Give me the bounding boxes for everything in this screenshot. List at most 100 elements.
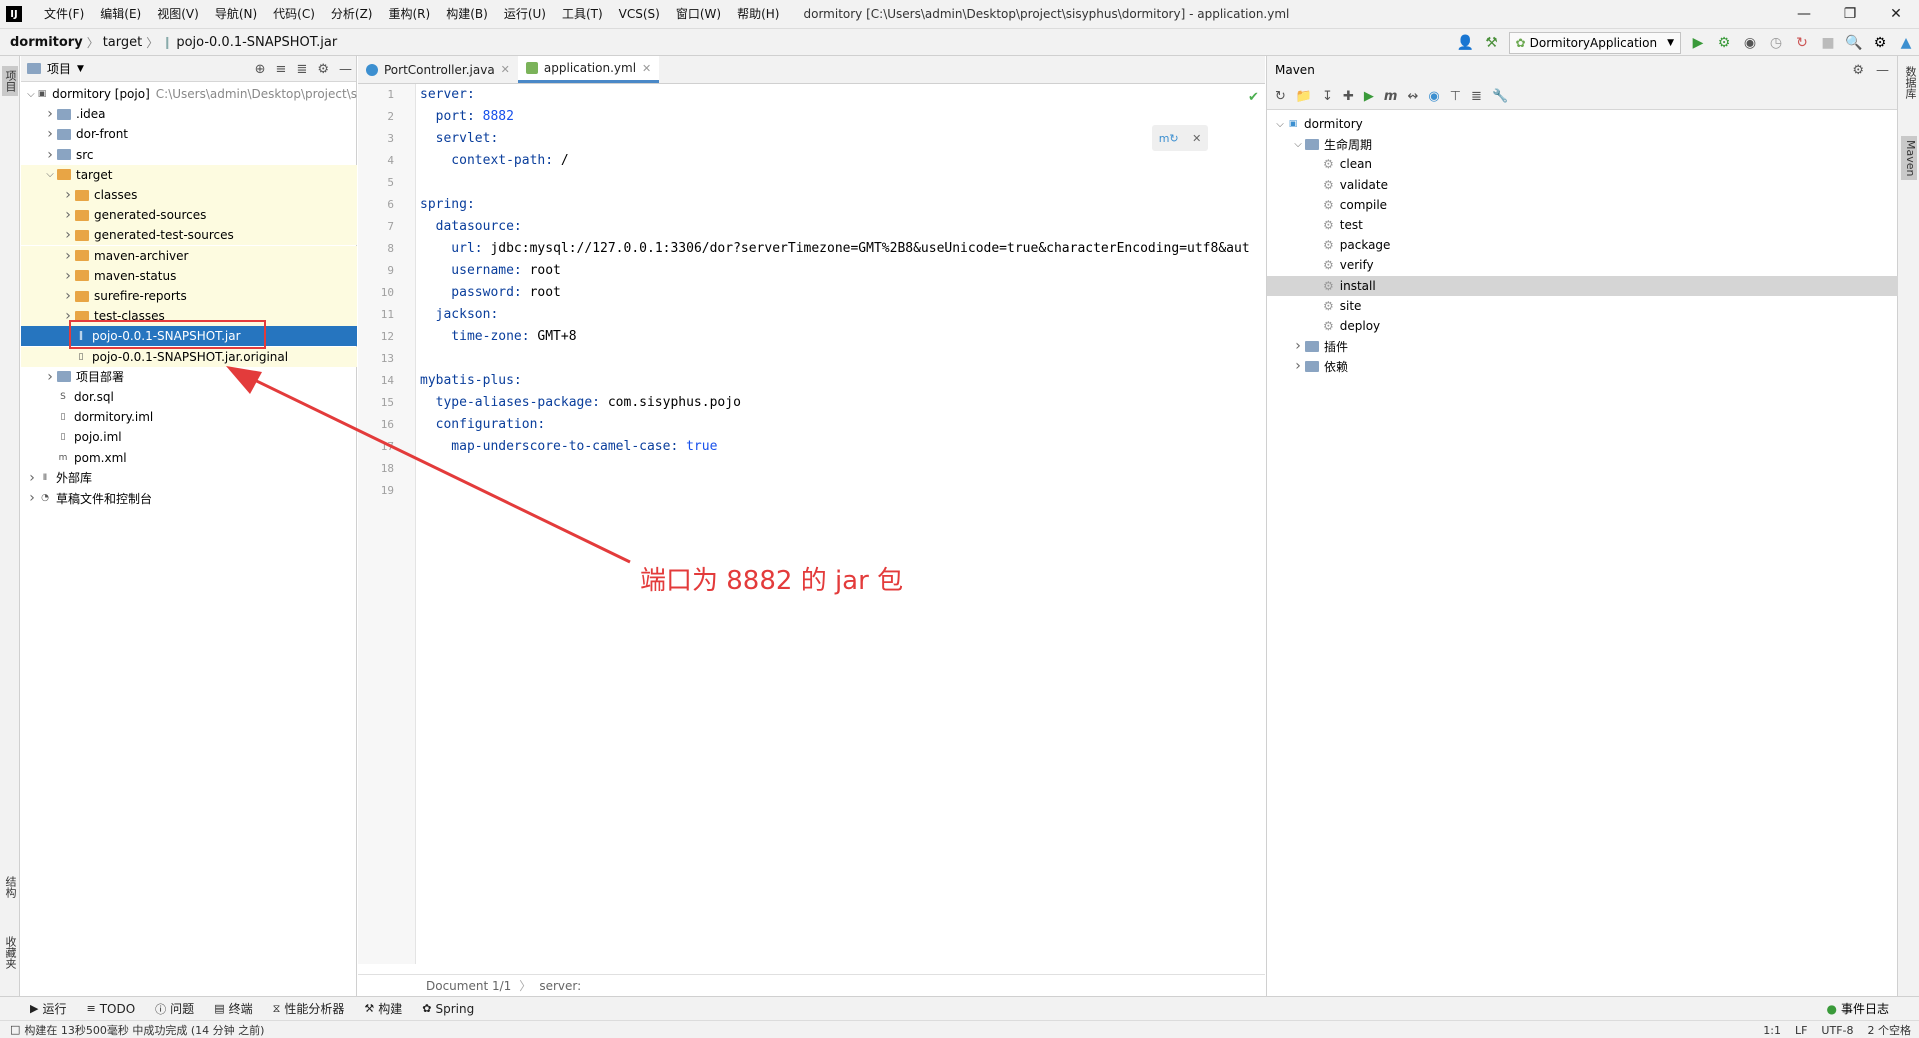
menu-item[interactable]: 分析(Z) bbox=[323, 0, 381, 28]
maven-tree-item[interactable]: ⚙ deploy bbox=[1267, 316, 1898, 336]
code-line[interactable]: context-path: / bbox=[420, 150, 568, 172]
project-tool-tab[interactable]: 项目 bbox=[2, 66, 18, 96]
maven-tree-item[interactable]: › 插件 bbox=[1267, 336, 1898, 356]
collapse-all-icon[interactable]: ≣ bbox=[296, 62, 307, 77]
hide-icon[interactable]: — bbox=[1876, 63, 1889, 78]
menu-item[interactable]: 构建(B) bbox=[438, 0, 496, 28]
project-panel-title[interactable]: 项目 bbox=[47, 60, 71, 77]
code-line[interactable]: username: root bbox=[420, 260, 561, 282]
tool-window-button[interactable]: ⓘ 问题 bbox=[145, 1000, 204, 1017]
chevron-right-icon[interactable]: › bbox=[61, 227, 75, 243]
close-tab-icon[interactable]: ✕ bbox=[501, 63, 510, 76]
editor-tab[interactable]: application.yml ✕ bbox=[517, 56, 660, 83]
locate-icon[interactable]: ⊕ bbox=[255, 62, 266, 77]
chevron-right-icon[interactable]: › bbox=[1291, 358, 1305, 374]
code-line[interactable]: time-zone: GMT+8 bbox=[420, 326, 576, 348]
search-icon[interactable]: 🔍 bbox=[1843, 32, 1865, 54]
line-separator[interactable]: LF bbox=[1795, 1024, 1807, 1037]
profile-icon[interactable]: ◷ bbox=[1765, 32, 1787, 54]
menu-item[interactable]: 重构(R) bbox=[381, 0, 439, 28]
close-icon[interactable]: ✕ bbox=[1192, 132, 1201, 145]
breadcrumb-server[interactable]: server: bbox=[539, 979, 581, 993]
gear-icon[interactable]: ⚙ bbox=[1869, 32, 1891, 54]
menu-item[interactable]: 编辑(E) bbox=[92, 0, 149, 28]
chevron-down-icon[interactable]: ⌵ bbox=[43, 169, 57, 180]
tree-item[interactable]: › maven-archiver bbox=[21, 245, 357, 266]
tree-item[interactable]: ⌵ ▣ dormitory [pojo] C:\Users\admin\Desktop… bbox=[21, 84, 357, 104]
wrench-icon[interactable]: 🔧 bbox=[1492, 89, 1508, 104]
chevron-right-icon[interactable]: › bbox=[1291, 338, 1305, 354]
maven-reload-icon[interactable]: m↻ bbox=[1159, 132, 1179, 145]
tool-window-button[interactable]: ✿ Spring bbox=[412, 1000, 484, 1017]
tree-item[interactable]: m pom.xml bbox=[21, 448, 357, 468]
chevron-right-icon[interactable]: › bbox=[43, 126, 57, 142]
chevron-right-icon[interactable]: › bbox=[61, 268, 75, 284]
code-line[interactable]: server: bbox=[420, 84, 475, 106]
code-line[interactable]: port: 8882 bbox=[420, 106, 514, 128]
tool-window-button[interactable]: ≡ TODO bbox=[76, 1000, 145, 1017]
chevron-right-icon[interactable]: › bbox=[43, 369, 57, 385]
tree-item[interactable]: ⌵ target bbox=[21, 164, 357, 185]
menu-item[interactable]: VCS(S) bbox=[611, 0, 668, 28]
close-window-button[interactable]: ✕ bbox=[1873, 0, 1919, 28]
maven-tree-item[interactable]: ⌵ 生命周期 bbox=[1267, 134, 1898, 154]
tree-item[interactable]: ▯ pojo-0.0.1-SNAPSHOT.jar.original bbox=[21, 346, 357, 367]
maven-tree-item[interactable]: ⚙ compile bbox=[1267, 195, 1898, 215]
tool-window-button[interactable]: ▶ 运行 bbox=[20, 1000, 76, 1017]
chevron-down-icon[interactable]: ▼ bbox=[77, 64, 84, 74]
maven-tree-item[interactable]: › 依赖 bbox=[1267, 356, 1898, 376]
maven-tree-item[interactable]: ⚙ package bbox=[1267, 235, 1898, 255]
run-icon[interactable]: ▶ bbox=[1687, 32, 1709, 54]
tree-item[interactable]: › generated-sources bbox=[21, 205, 357, 226]
tree-item[interactable]: › src bbox=[21, 145, 357, 165]
skip-tests-icon[interactable]: ◉ bbox=[1428, 89, 1439, 104]
chevron-right-icon[interactable]: › bbox=[43, 147, 57, 163]
tree-item[interactable]: › dor-front bbox=[21, 124, 357, 144]
generate-sources-icon[interactable]: 📁 bbox=[1296, 89, 1312, 104]
chevron-right-icon[interactable]: › bbox=[61, 288, 75, 304]
menu-item[interactable]: 帮助(H) bbox=[729, 0, 787, 28]
tool-window-button[interactable]: ⚒ 构建 bbox=[354, 1000, 412, 1017]
code-line[interactable]: datasource: bbox=[420, 216, 522, 238]
tree-item[interactable]: ▯ dormitory.iml bbox=[21, 407, 357, 427]
tree-item[interactable]: › .idea bbox=[21, 104, 357, 124]
tree-item[interactable]: › Ⅱ 外部库 bbox=[21, 468, 357, 488]
code-line[interactable]: password: root bbox=[420, 282, 561, 304]
breadcrumb-target[interactable]: target bbox=[99, 35, 147, 50]
coverage-icon[interactable]: ◉ bbox=[1739, 32, 1761, 54]
breadcrumb-project[interactable]: dormitory bbox=[6, 35, 87, 50]
expand-all-icon[interactable]: ≡ bbox=[276, 62, 287, 77]
maven-tree-item[interactable]: ⚙ install bbox=[1267, 275, 1898, 296]
menu-item[interactable]: 视图(V) bbox=[149, 0, 207, 28]
tree-item[interactable]: ▯ pojo.iml bbox=[21, 427, 357, 447]
tree-item[interactable]: Sdor.sql bbox=[21, 387, 357, 407]
chevron-right-icon[interactable]: › bbox=[25, 470, 39, 486]
show-dependencies-icon[interactable]: ⊤ bbox=[1450, 89, 1461, 104]
add-icon[interactable]: ✚ bbox=[1343, 89, 1354, 104]
menu-item[interactable]: 窗口(W) bbox=[668, 0, 729, 28]
tree-item[interactable]: › surefire-reports bbox=[21, 286, 357, 306]
run-config-dropdown[interactable]: ✿ DormitoryApplication ▼ bbox=[1508, 32, 1681, 54]
restore-button[interactable]: ❐ bbox=[1827, 0, 1873, 28]
tree-item[interactable]: › maven-status bbox=[21, 265, 357, 286]
toggle-offline-icon[interactable]: ↭ bbox=[1407, 89, 1418, 104]
breadcrumb-document[interactable]: Document 1/1 bbox=[426, 979, 511, 993]
close-tab-icon[interactable]: ✕ bbox=[642, 62, 651, 75]
build-hammer-icon[interactable]: ⚒ bbox=[1481, 32, 1503, 54]
maven-tree-item[interactable]: ⚙ test bbox=[1267, 215, 1898, 235]
code-line[interactable]: configuration: bbox=[420, 414, 546, 436]
hide-icon[interactable]: — bbox=[339, 62, 352, 77]
debug-icon[interactable]: ⚙ bbox=[1713, 32, 1735, 54]
tree-item[interactable]: › generated-test-sources bbox=[21, 225, 357, 246]
event-log-button[interactable]: ● 事件日志 bbox=[1827, 1000, 1890, 1017]
status-message[interactable]: 构建在 13秒500毫秒 中成功完成 (14 分钟 之前) bbox=[24, 1022, 264, 1038]
run-icon[interactable]: ▶ bbox=[1364, 89, 1374, 104]
database-tool-tab[interactable]: 数据库 bbox=[1902, 66, 1918, 99]
tree-item[interactable]: › classes bbox=[21, 185, 357, 205]
maven-tree-item[interactable]: ⚙ site bbox=[1267, 296, 1898, 316]
tree-item[interactable]: › ◔ 草稿文件和控制台 bbox=[21, 488, 357, 508]
gear-icon[interactable]: ⚙ bbox=[1852, 63, 1864, 78]
code-line[interactable]: url: jdbc:mysql://127.0.0.1:3306/dor?ser… bbox=[420, 238, 1249, 260]
tool-window-button[interactable]: ▤ 终端 bbox=[204, 1000, 262, 1017]
maven-tree-item[interactable]: ⚙ validate bbox=[1267, 175, 1898, 195]
